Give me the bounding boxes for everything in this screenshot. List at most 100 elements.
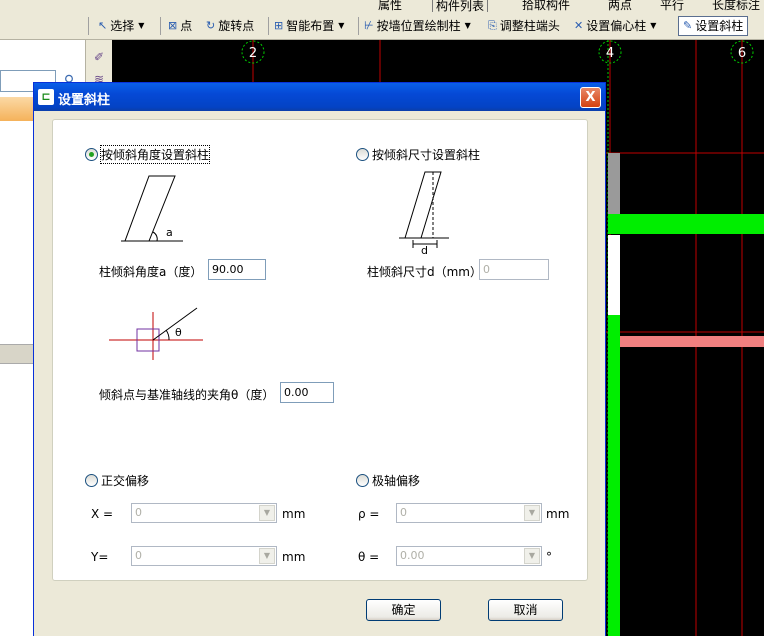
eccentric-icon: ✕ — [574, 19, 584, 32]
rho-offset-unit: mm — [546, 507, 570, 521]
column-end-icon: ⎘ — [488, 19, 497, 32]
point-icon: ⊠ — [168, 19, 178, 32]
adjust-column-end-label: 调整柱端头 — [499, 19, 560, 33]
ok-button[interactable]: 确定 — [366, 599, 441, 621]
close-button[interactable]: X — [580, 87, 601, 108]
x-offset-value: 0 — [135, 506, 142, 519]
theta-offset-value: 0.00 — [400, 549, 425, 562]
dialog-titlebar[interactable]: ⊏ 设置斜柱 X — [34, 83, 605, 111]
rho-offset-combo[interactable]: 0 ▼ — [396, 503, 542, 523]
toolbar-separator — [88, 17, 89, 35]
dialog-title: 设置斜柱 — [58, 93, 111, 108]
chevron-down-icon[interactable]: ▼ — [650, 17, 656, 35]
select-button[interactable]: ↖ 选择 ▼ — [98, 16, 144, 36]
radio-dot[interactable] — [85, 474, 98, 487]
radio-by-size[interactable]: 按倾斜尺寸设置斜柱 — [356, 146, 480, 163]
toolbar-separator — [160, 17, 161, 35]
angle-field-label: 柱倾斜角度a（度） — [99, 265, 203, 279]
cancel-button[interactable]: 取消 — [488, 599, 563, 621]
smart-layout-icon: ⊞ — [274, 19, 284, 32]
radio-ortho-offset[interactable]: 正交偏移 — [85, 472, 149, 489]
chevron-down-icon[interactable]: ▼ — [524, 548, 540, 564]
set-inclined-column-button[interactable]: ✎ 设置斜柱 — [678, 16, 749, 36]
size-field-label: 柱倾斜尺寸d（mm） — [367, 265, 482, 279]
column-block — [608, 153, 620, 215]
main-toolbar: ↖ 选择 ▼ ⊠ 点 ↻ 旋转点 ⊞ 智能布置 ▼ ⊬ 按墙位置绘制柱 ▼ ⎘ … — [0, 12, 764, 40]
point-label: 点 — [180, 19, 193, 33]
set-eccentric-column-label: 设置偏心柱 — [586, 19, 647, 33]
app-icon: ⊏ — [38, 89, 54, 105]
chevron-down-icon[interactable]: ▼ — [338, 17, 344, 35]
white-wall — [608, 235, 620, 315]
radio-dot[interactable] — [356, 148, 369, 161]
angle-input[interactable]: 90.00 — [208, 259, 266, 280]
smart-layout-button[interactable]: ⊞ 智能布置 ▼ — [274, 16, 344, 36]
size-input[interactable]: 0 — [479, 259, 549, 280]
parallel-button[interactable]: 平行 — [660, 0, 684, 12]
theta-offset-combo[interactable]: 0.00 ▼ — [396, 546, 542, 566]
radio-polar-offset-label: 极轴偏移 — [372, 474, 421, 488]
angle-diagram: a — [121, 175, 183, 242]
chevron-down-icon[interactable]: ▼ — [465, 17, 471, 35]
brush-icon[interactable]: ✐ — [90, 50, 108, 68]
radio-by-angle[interactable]: 按倾斜角度设置斜柱 — [85, 145, 211, 164]
radio-ortho-offset-label: 正交偏移 — [101, 474, 150, 488]
set-inclined-column-dialog: ⊏ 设置斜柱 X 按倾斜角度设置斜柱 a 柱倾斜角度a（度） 90.00 按倾斜… — [33, 82, 606, 636]
y-offset-combo[interactable]: 0 ▼ — [131, 546, 277, 566]
size-diagram-label: d — [421, 244, 428, 254]
chevron-down-icon[interactable]: ▼ — [259, 548, 275, 564]
rotate-point-label: 旋转点 — [218, 19, 255, 33]
adjust-column-end-button[interactable]: ⎘ 调整柱端头 — [488, 16, 560, 36]
chevron-down-icon[interactable]: ▼ — [138, 17, 144, 35]
radio-dot[interactable] — [356, 474, 369, 487]
component-list-button[interactable]: 构件列表 — [432, 0, 489, 12]
toolbar-separator — [268, 17, 269, 35]
set-inclined-column-label: 设置斜柱 — [695, 19, 744, 33]
rho-offset-label: ρ = — [358, 507, 380, 521]
theta-field-label: 倾斜点与基准轴线的夹角θ（度） — [99, 388, 275, 402]
length-dimension-button[interactable]: 长度标注 — [712, 0, 760, 12]
draw-column-by-wall-label: 按墙位置绘制柱 — [376, 19, 461, 33]
cursor-icon: ↖ — [98, 19, 108, 32]
chevron-down-icon[interactable]: ▼ — [259, 505, 275, 521]
settings-panel: 按倾斜角度设置斜柱 a 柱倾斜角度a（度） 90.00 按倾斜尺寸设置斜柱 d … — [52, 119, 588, 581]
pencil-icon: ✎ — [683, 19, 693, 32]
smart-layout-label: 智能布置 — [286, 19, 335, 33]
radio-by-angle-label: 按倾斜角度设置斜柱 — [99, 145, 211, 164]
rotate-point-button[interactable]: ↻ 旋转点 — [206, 16, 254, 36]
axis-label: 4 — [606, 46, 614, 61]
toolbar-separator — [358, 17, 359, 35]
green-beam — [608, 214, 764, 234]
theta-diagram-label: θ — [175, 326, 182, 339]
axis-label: 6 — [738, 46, 746, 61]
set-eccentric-column-button[interactable]: ✕ 设置偏心柱 ▼ — [574, 16, 656, 36]
y-offset-unit: mm — [282, 550, 306, 564]
chevron-down-icon[interactable]: ▼ — [524, 505, 540, 521]
radio-dot[interactable] — [85, 148, 98, 161]
draw-column-by-wall-button[interactable]: ⊬ 按墙位置绘制柱 ▼ — [364, 16, 471, 36]
angle-diagram-label: a — [166, 226, 173, 239]
radio-polar-offset[interactable]: 极轴偏移 — [356, 472, 420, 489]
wall-column-icon: ⊬ — [364, 19, 374, 32]
theta-offset-unit: ° — [546, 550, 552, 564]
axis-label: 2 — [249, 46, 257, 61]
two-point-button[interactable]: 两点 — [608, 0, 632, 12]
size-diagram: d — [399, 171, 449, 254]
x-offset-combo[interactable]: 0 ▼ — [131, 503, 277, 523]
rotate-icon: ↻ — [206, 19, 216, 32]
rho-offset-value: 0 — [400, 506, 407, 519]
pink-beam — [620, 336, 764, 347]
radio-by-size-label: 按倾斜尺寸设置斜柱 — [372, 148, 481, 162]
pick-component-button[interactable]: 拾取构件 — [522, 0, 570, 12]
theta-offset-label: θ = — [358, 550, 380, 564]
properties-button[interactable]: 属性 — [378, 0, 402, 12]
green-wall — [608, 315, 620, 636]
x-offset-unit: mm — [282, 507, 306, 521]
point-button[interactable]: ⊠ 点 — [168, 16, 192, 36]
upper-toolbar-strip: 属性 构件列表 拾取构件 两点 平行 长度标注 — [0, 0, 764, 12]
close-icon: X — [585, 90, 596, 105]
y-offset-label: Y= — [91, 550, 109, 564]
theta-input[interactable]: 0.00 — [280, 382, 334, 403]
y-offset-value: 0 — [135, 549, 142, 562]
theta-diagram: θ — [109, 307, 203, 360]
